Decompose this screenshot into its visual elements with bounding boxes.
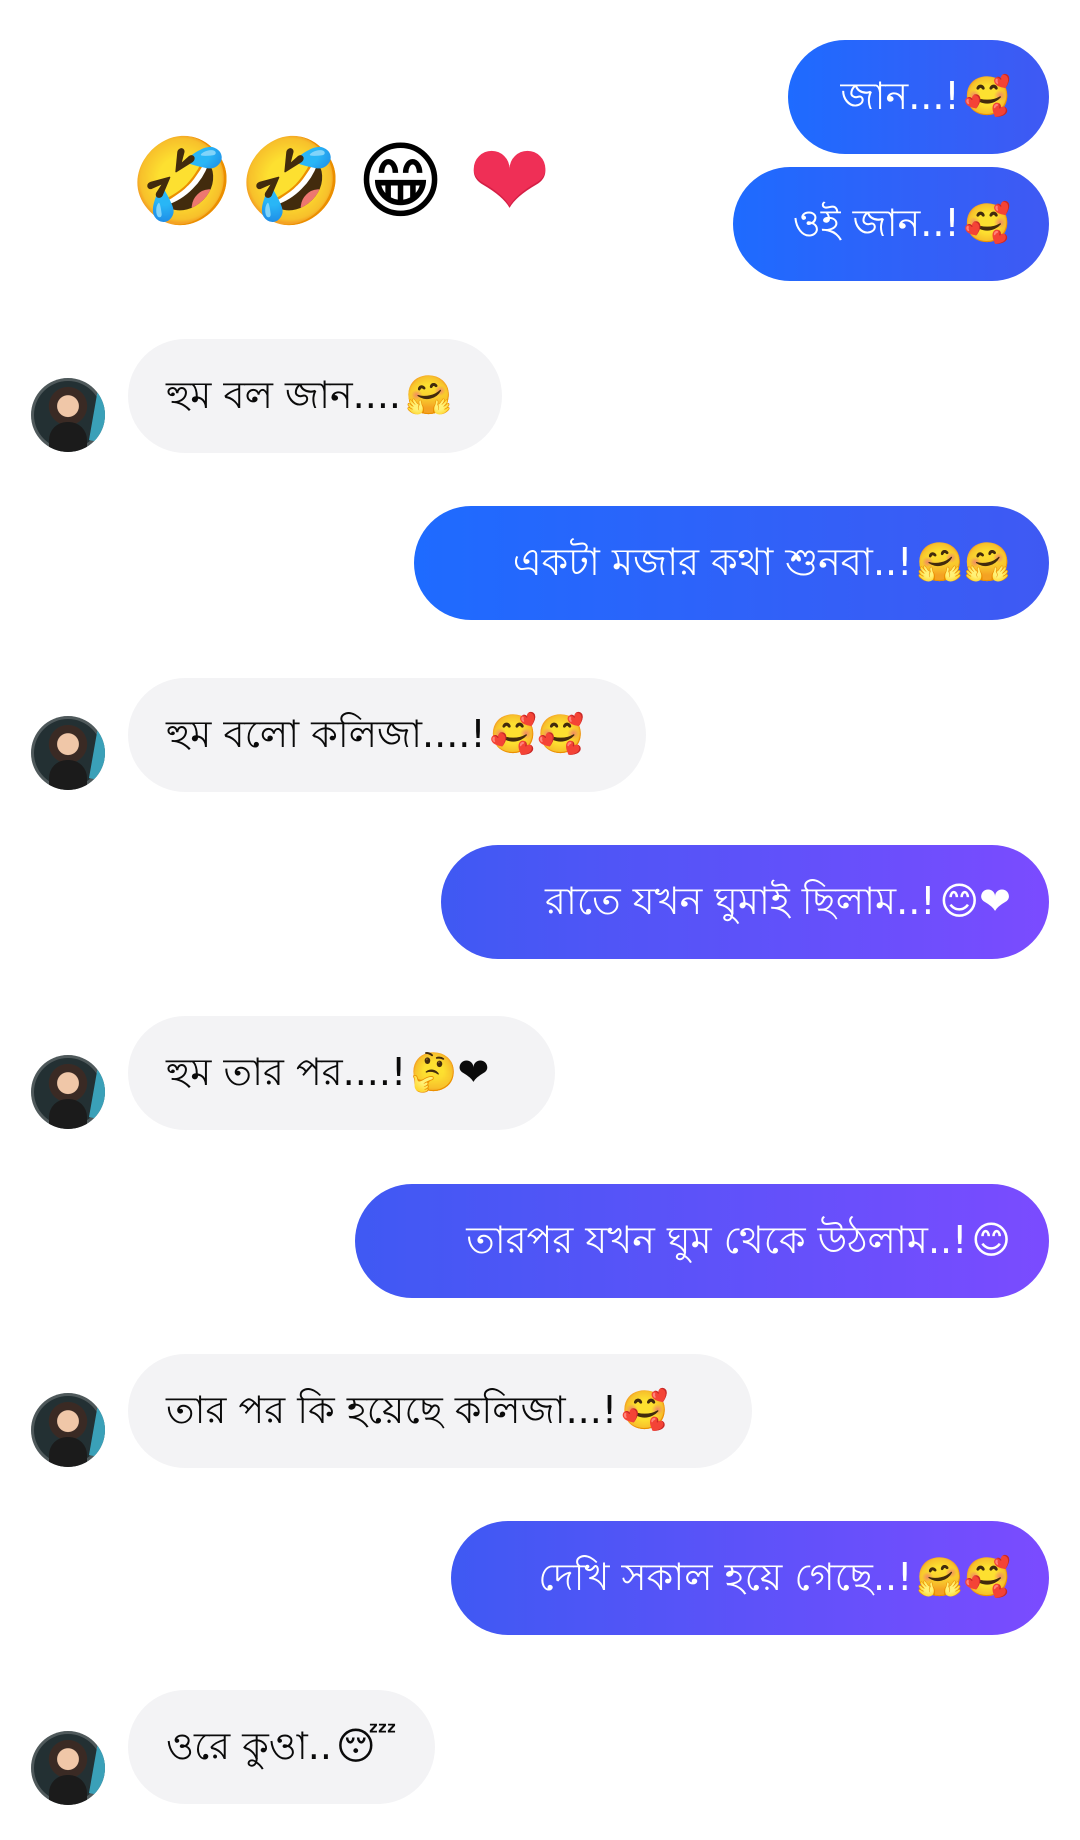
outgoing-message-bubble[interactable]: রাতে যখন ঘুমাই ছিলাম..! 😊❤	[441, 845, 1049, 959]
contact-avatar[interactable]	[31, 378, 105, 452]
incoming-message-bubble[interactable]: হুম বলো কলিজা....! 🥰🥰	[128, 678, 646, 792]
rofl-emoji-icon: 🤣	[130, 131, 235, 230]
smiling-face-with-hearts-icon: 🥰	[963, 201, 1011, 246]
message-text: তার পর কি হয়েছে কলিজা...!	[166, 1388, 618, 1433]
hugging-face-icon: 🤗🤗	[916, 540, 1011, 585]
message-text: হুম তার পর....!	[166, 1050, 407, 1095]
contact-avatar[interactable]	[31, 1731, 105, 1805]
message-text: ওই জান..!	[792, 201, 960, 246]
message-text: রাতে যখন ঘুমাই ছিলাম..!	[544, 879, 936, 924]
incoming-message-bubble[interactable]: ওরে কুওা.. 😴	[128, 1690, 435, 1804]
hug-and-hearts-icon: 🤗🥰	[916, 1555, 1011, 1600]
message-text: ওরে কুওা..	[166, 1724, 332, 1769]
message-text: তারপর যখন ঘুম থেকে উঠলাম..!	[466, 1218, 968, 1263]
contact-avatar[interactable]	[31, 1055, 105, 1129]
smiling-face-with-hearts-icon: 🥰🥰	[489, 712, 585, 757]
contact-avatar[interactable]	[31, 716, 105, 790]
top-fragment-text	[226, 0, 391, 8]
message-text: দেখি সকাল হয়ে গেছে..!	[538, 1555, 913, 1600]
smile-icon: 😊	[971, 1218, 1011, 1263]
message-text: জান...!	[840, 74, 960, 119]
outgoing-message-bubble[interactable]: দেখি সকাল হয়ে গেছে..! 🤗🥰	[451, 1521, 1049, 1635]
rofl-emoji-icon: 🤣	[239, 131, 344, 230]
big-emoji-message[interactable]: 🤣 🤣 😁 ❤	[130, 128, 562, 233]
message-text: একটা মজার কথা শুনবা..!	[512, 540, 913, 585]
outgoing-message-bubble[interactable]: একটা মজার কথা শুনবা..! 🤗🤗	[414, 506, 1049, 620]
heart-emoji-icon: ❤	[468, 123, 551, 238]
incoming-message-bubble[interactable]: তার পর কি হয়েছে কলিজা...! 🥰	[128, 1354, 752, 1468]
smiling-face-with-hearts-icon: 🥰	[963, 74, 1011, 119]
incoming-message-bubble[interactable]: হুম তার পর....! 🤔❤	[128, 1016, 555, 1130]
outgoing-message-bubble[interactable]: জান...! 🥰	[788, 40, 1049, 154]
grinning-emoji-icon: 😁	[356, 131, 445, 230]
message-text: হুম বলো কলিজা....!	[166, 712, 486, 757]
smiling-face-with-hearts-icon: 🥰	[621, 1388, 669, 1433]
hugging-face-icon: 🤗	[405, 373, 453, 418]
sleeping-face-icon: 😴	[335, 1724, 397, 1769]
message-text: হুম বল জান....	[166, 373, 402, 418]
chat-thread: 🤣 🤣 😁 ❤ জান...! 🥰 ওই জান..! 🥰 হুম বল জান…	[0, 0, 1080, 1840]
smile-and-heart-icon: 😊❤	[939, 879, 1011, 924]
thinking-and-heart-icon: 🤔❤	[410, 1050, 490, 1095]
outgoing-message-bubble[interactable]: ওই জান..! 🥰	[733, 167, 1049, 281]
incoming-message-bubble[interactable]: হুম বল জান.... 🤗	[128, 339, 502, 453]
bottom-divider-fragment	[0, 1828, 1080, 1840]
outgoing-message-bubble[interactable]: তারপর যখন ঘুম থেকে উঠলাম..! 😊	[355, 1184, 1049, 1298]
contact-avatar[interactable]	[31, 1393, 105, 1467]
